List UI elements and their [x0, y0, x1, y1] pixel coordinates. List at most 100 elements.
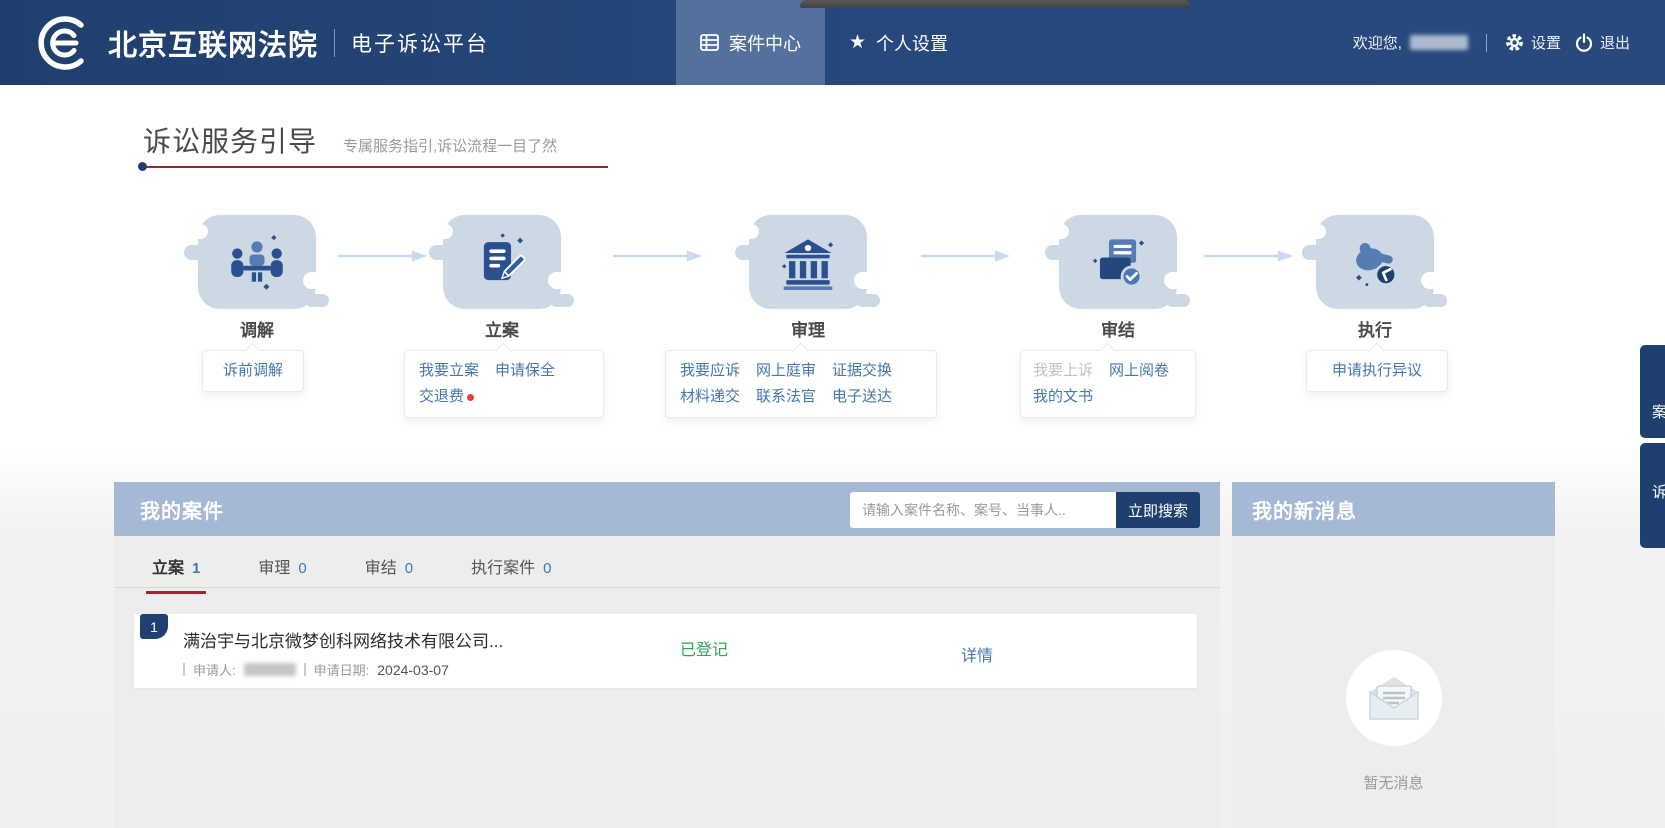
step-label-filing: 立案 — [443, 316, 561, 341]
link-respond-suit[interactable]: 我要应诉 — [680, 358, 740, 384]
step-filing — [443, 215, 561, 309]
brand-title: 北京互联网法院 — [108, 22, 318, 64]
step-label-conclusion: 审结 — [1059, 316, 1177, 341]
links-filing: 我要立案 申请保全 交退费 — [404, 350, 604, 418]
meta-divider — [304, 663, 306, 676]
brand-group: 北京互联网法院 电子诉讼平台 — [36, 0, 489, 85]
applicant-label: 申请人: — [193, 660, 236, 679]
tab-concluded[interactable]: 审结 0 — [359, 554, 419, 594]
flow-arrow-icon — [1202, 249, 1294, 263]
step-label-trial: 审理 — [749, 316, 867, 341]
tab-label: 立案 — [152, 554, 184, 578]
empty-state-text: 暂无消息 — [1232, 772, 1555, 793]
my-cases-title: 我的案件 — [140, 495, 224, 524]
flow-arrow-icon — [611, 249, 703, 263]
nav-tab-personal-settings[interactable]: ★ 个人设置 — [825, 0, 972, 85]
my-cases-header: 我的案件 立即搜索 — [114, 482, 1220, 536]
section-subtitle: 专属服务指引,诉讼流程一目了然 — [343, 135, 557, 156]
link-appeal: 我要上诉 — [1033, 358, 1093, 384]
link-contact-judge[interactable]: 联系法官 — [756, 384, 816, 410]
divider — [1486, 34, 1487, 52]
tab-count: 0 — [405, 560, 413, 577]
apply-date-label: 申请日期: — [314, 660, 370, 679]
step-execution — [1316, 215, 1434, 309]
tab-count: 0 — [543, 560, 551, 577]
link-apply-preservation[interactable]: 申请保全 — [495, 358, 555, 384]
notification-dot — [467, 394, 474, 401]
nav-tab-label: 案件中心 — [729, 30, 801, 56]
logout-button[interactable]: 退出 — [1575, 32, 1630, 53]
courthouse-icon — [779, 234, 837, 290]
tabs-separator — [114, 587, 1220, 588]
step-mediation — [198, 215, 316, 309]
applicant-redacted — [244, 663, 296, 676]
tab-filing[interactable]: 立案 1 — [146, 554, 206, 594]
welcome-text: 欢迎您, — [1353, 32, 1402, 53]
link-online-file-review[interactable]: 网上阅卷 — [1109, 358, 1169, 384]
side-tab-label: 案 — [1652, 401, 1665, 422]
flow-arrow-icon — [919, 249, 1011, 263]
case-list-icon — [700, 34, 719, 51]
platform-title: 电子诉讼平台 — [351, 28, 489, 58]
case-search: 立即搜索 — [850, 492, 1200, 528]
flow-arrow-icon — [336, 249, 428, 263]
case-search-input[interactable] — [850, 492, 1116, 528]
link-online-hearing[interactable]: 网上庭审 — [756, 358, 816, 384]
section-underline-dot — [138, 162, 147, 171]
filing-icon — [473, 233, 531, 291]
link-evidence-exchange[interactable]: 证据交换 — [832, 358, 892, 384]
link-file-case[interactable]: 我要立案 — [419, 358, 479, 384]
links-mediation: 诉前调解 — [202, 350, 304, 392]
tab-execution-cases[interactable]: 执行案件 0 — [465, 554, 557, 594]
meta-divider — [183, 663, 185, 676]
messages-header: 我的新消息 — [1232, 482, 1555, 536]
power-icon — [1575, 33, 1593, 52]
logout-label: 退出 — [1600, 32, 1630, 53]
case-title[interactable]: 满治宇与北京微梦创科网络技术有限公司... — [183, 627, 503, 652]
search-button[interactable]: 立即搜索 — [1116, 492, 1200, 528]
case-index-badge: 1 — [140, 614, 168, 639]
nav-tab-label: 个人设置 — [876, 30, 948, 56]
case-status-badge: 已登记 — [680, 636, 728, 660]
welcome-group: 欢迎您, — [1353, 32, 1468, 53]
guide-header: 诉讼服务引导 专属服务指引,诉讼流程一目了然 — [143, 120, 557, 160]
tab-trial[interactable]: 审理 0 — [252, 554, 312, 594]
settings-button[interactable]: 设置 — [1505, 32, 1561, 53]
link-submit-materials[interactable]: 材料递交 — [680, 384, 740, 410]
link-refund-wrap: 交退费 — [419, 384, 474, 410]
gear-icon — [1505, 33, 1524, 52]
tab-count: 1 — [192, 560, 200, 577]
envelope-icon — [1366, 674, 1422, 722]
side-tab-label: 诉 — [1652, 481, 1665, 502]
user-actions: 欢迎您, 设置 退出 — [1353, 0, 1630, 85]
apply-date-value: 2024-03-07 — [377, 662, 449, 678]
nav-tab-case-center[interactable]: 案件中心 — [676, 0, 825, 85]
star-icon: ★ — [849, 33, 866, 52]
side-tab-litigation[interactable]: 诉 — [1640, 443, 1665, 548]
link-my-documents[interactable]: 我的文书 — [1033, 384, 1093, 410]
tab-label: 执行案件 — [471, 554, 535, 578]
messages-title: 我的新消息 — [1252, 495, 1357, 524]
court-logo-icon — [36, 14, 94, 72]
tab-count: 0 — [298, 560, 306, 577]
messages-panel: 我的新消息 暂无消息 — [1232, 482, 1555, 828]
mediation-icon — [227, 233, 287, 291]
username-redacted — [1410, 35, 1468, 50]
side-tab-case[interactable]: 案 — [1640, 345, 1665, 438]
case-detail-link[interactable]: 详情 — [961, 642, 993, 666]
empty-state-circle — [1346, 650, 1442, 746]
execution-hand-icon — [1346, 234, 1404, 290]
step-trial — [749, 215, 867, 309]
brand-divider — [334, 29, 335, 57]
tab-label: 审理 — [258, 554, 290, 578]
section-title: 诉讼服务引导 — [143, 120, 317, 160]
top-navbar: 北京互联网法院 电子诉讼平台 案件中心 ★ 个人设置 — [0, 0, 1665, 85]
link-pretrial-mediation[interactable]: 诉前调解 — [223, 358, 283, 384]
link-electronic-delivery[interactable]: 电子送达 — [832, 384, 892, 410]
link-pay-refund[interactable]: 交退费 — [419, 388, 464, 405]
link-execution-objection[interactable]: 申请执行异议 — [1332, 358, 1422, 384]
step-label-execution: 执行 — [1316, 316, 1434, 341]
case-status-tabs: 立案 1 审理 0 审结 0 执行案件 0 — [146, 554, 557, 594]
links-execution: 申请执行异议 — [1306, 350, 1448, 392]
case-meta: 申请人: 申请日期: 2024-03-07 — [183, 660, 449, 679]
